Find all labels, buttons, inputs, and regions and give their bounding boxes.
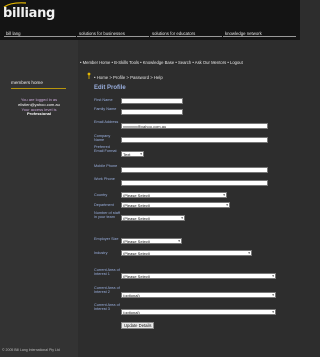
- family-name-field[interactable]: [121, 109, 183, 115]
- chevron-down-icon: ▾: [223, 193, 225, 197]
- site-header: billiang bill lang solutions for busines…: [0, 0, 300, 40]
- work-phone-field[interactable]: [121, 180, 268, 186]
- update-details-button[interactable]: Update Details: [121, 322, 155, 329]
- chevron-down-icon: ▾: [248, 251, 250, 255]
- interest-3-label: Current Area of Interest 3: [94, 303, 120, 312]
- top-navigation: bill lang solutions for businesses solut…: [4, 31, 296, 37]
- preferred-format-select[interactable]: Text ▾: [121, 151, 144, 157]
- page-title: Edit Profile: [94, 85, 126, 91]
- breadcrumb-marker-icon: [87, 72, 91, 79]
- interest-3-select[interactable]: (optional) ▾: [121, 309, 276, 315]
- industry-select[interactable]: (Please Select) ▾: [121, 250, 252, 256]
- chevron-down-icon: ▾: [272, 293, 274, 297]
- chevron-down-icon: ▾: [226, 203, 228, 207]
- chevron-down-icon: ▾: [181, 216, 183, 220]
- preferred-format-label: Preferred Email Format: [94, 145, 117, 154]
- industry-value: (Please Select): [123, 251, 151, 256]
- tab-businesses[interactable]: solutions for businesses: [77, 31, 149, 37]
- tab-bill-lang[interactable]: bill lang: [4, 31, 76, 37]
- department-select[interactable]: (Please Select) ▾: [121, 202, 230, 208]
- email-label: Email Address: [94, 120, 119, 124]
- interest-2-value: (optional): [123, 293, 140, 298]
- interest-2-label: Current Area of Interest 2: [94, 286, 120, 295]
- chevron-down-icon: ▾: [272, 310, 274, 314]
- preferred-format-value: Text: [123, 152, 131, 157]
- interest-1-label: Current Area of Interest 1: [94, 268, 120, 277]
- staff-value: (Please Select): [123, 216, 151, 221]
- company-label: Company Name: [94, 134, 111, 143]
- member-navigation[interactable]: • Member Home • B-Skills Tools • Knowled…: [80, 60, 298, 65]
- interest-2-select[interactable]: (optional) ▾: [121, 292, 276, 298]
- site-logo[interactable]: billiang: [3, 6, 55, 21]
- family-name-label: Family Name: [94, 107, 117, 111]
- industry-label: Industry: [94, 251, 108, 255]
- login-status: You are logged in as ellstien@yahoo.com.…: [4, 97, 74, 117]
- employer-size-value: (Please Select): [123, 239, 151, 244]
- work-phone-label: Work Phone: [94, 177, 115, 181]
- copyright: © 2005 Bill Lang International Pty Ltd: [2, 348, 60, 352]
- department-value: (Please Select): [123, 203, 151, 208]
- tab-educators[interactable]: solutions for educators: [150, 31, 222, 37]
- country-label: Country: [94, 193, 108, 197]
- tab-knowledge-network[interactable]: knowledge network: [223, 31, 296, 37]
- interest-1-select[interactable]: (Please Select) ▾: [121, 273, 276, 279]
- first-name-label: First Name: [94, 98, 113, 102]
- company-field[interactable]: [121, 137, 268, 143]
- staff-label: Number of staff in your team: [94, 211, 120, 220]
- interest-1-value: (Please Select): [123, 274, 151, 279]
- chevron-down-icon: ▾: [140, 152, 142, 156]
- sidebar-title[interactable]: members home: [11, 80, 43, 85]
- chevron-down-icon: ▾: [272, 274, 274, 278]
- employer-size-select[interactable]: (Please Select) ▾: [121, 238, 182, 244]
- mobile-field[interactable]: [121, 167, 268, 173]
- first-name-field[interactable]: [121, 98, 183, 104]
- interest-3-value: (optional): [123, 310, 140, 315]
- email-field[interactable]: xxxxxxx@yahoo.com.au: [121, 123, 268, 129]
- sidebar-underline-icon: [11, 88, 66, 89]
- mobile-label: Mobile Phone: [94, 164, 118, 168]
- employer-size-label: Employer Size: [94, 237, 119, 241]
- staff-select[interactable]: (Please Select) ▾: [121, 215, 185, 221]
- chevron-down-icon: ▾: [178, 239, 180, 243]
- breadcrumb[interactable]: • Home > Profile > Password > Help: [94, 75, 163, 80]
- country-select[interactable]: (Please Select) ▾: [121, 192, 227, 198]
- department-label: Department: [94, 203, 114, 207]
- access-level: Professional: [26, 111, 51, 117]
- country-value: (Please Select): [123, 193, 151, 198]
